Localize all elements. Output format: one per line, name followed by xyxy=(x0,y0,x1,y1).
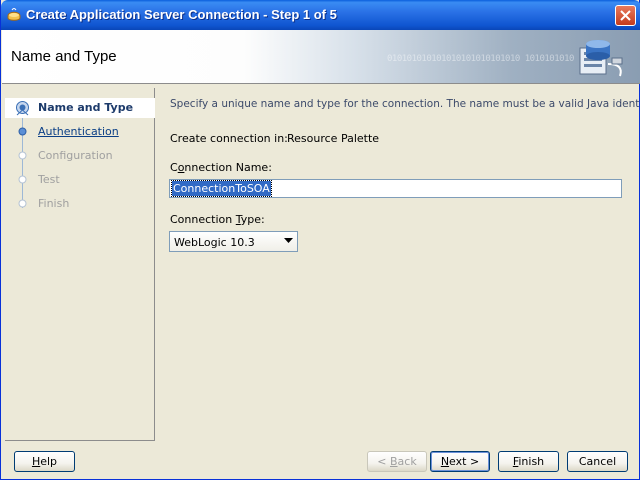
connection-type-label: Connection Type: xyxy=(170,213,265,226)
back-button[interactable]: < Back xyxy=(367,451,427,472)
step-label: Configuration xyxy=(38,149,113,162)
page-title: Name and Type xyxy=(11,48,117,65)
help-button[interactable]: Help xyxy=(14,451,75,472)
create-in-label: Create connection in: xyxy=(170,132,288,145)
step-node-icon xyxy=(18,127,27,136)
step-test: Test xyxy=(5,170,155,190)
close-icon xyxy=(620,10,631,21)
create-in-value: Resource Palette xyxy=(287,132,380,145)
step-node-icon xyxy=(18,175,27,184)
step-node-icon xyxy=(18,199,27,208)
current-step-icon xyxy=(16,101,29,116)
wizard-steps-panel: Name and Type Authentication Configurati… xyxy=(5,88,155,441)
chevron-down-icon xyxy=(284,238,293,243)
step-node-icon xyxy=(18,151,27,160)
connection-type-value: WebLogic 10.3 xyxy=(174,236,255,249)
step-authentication[interactable]: Authentication xyxy=(5,122,155,142)
dialog-window: Create Application Server Connection - S… xyxy=(0,0,640,480)
step-label: Name and Type xyxy=(38,101,134,114)
main-panel: Specify a unique name and type for the c… xyxy=(161,88,640,441)
connection-name-label: Connection Name: xyxy=(170,161,272,174)
header-banner: Name and Type 01010101010101010101010101… xyxy=(2,30,640,84)
cancel-button[interactable]: Cancel xyxy=(567,451,628,472)
title-bar[interactable]: Create Application Server Connection - S… xyxy=(1,0,640,30)
step-label: Finish xyxy=(38,197,70,210)
connection-name-input[interactable]: ConnectionToSOA xyxy=(169,179,622,198)
step-finish: Finish xyxy=(5,194,155,214)
server-connection-icon xyxy=(579,40,623,77)
step-configuration: Configuration xyxy=(5,146,155,166)
connection-name-value: ConnectionToSOA xyxy=(171,180,272,197)
app-icon xyxy=(7,8,21,21)
instruction-text: Specify a unique name and type for the c… xyxy=(170,98,640,110)
finish-button[interactable]: Finish xyxy=(498,451,559,472)
step-name-and-type[interactable]: Name and Type xyxy=(5,98,155,118)
connection-type-select[interactable]: WebLogic 10.3 xyxy=(169,231,298,252)
next-button[interactable]: Next > xyxy=(430,451,490,472)
step-label[interactable]: Authentication xyxy=(38,125,119,138)
close-button[interactable] xyxy=(615,5,636,26)
step-label: Test xyxy=(38,173,60,186)
window-title: Create Application Server Connection - S… xyxy=(26,7,337,22)
